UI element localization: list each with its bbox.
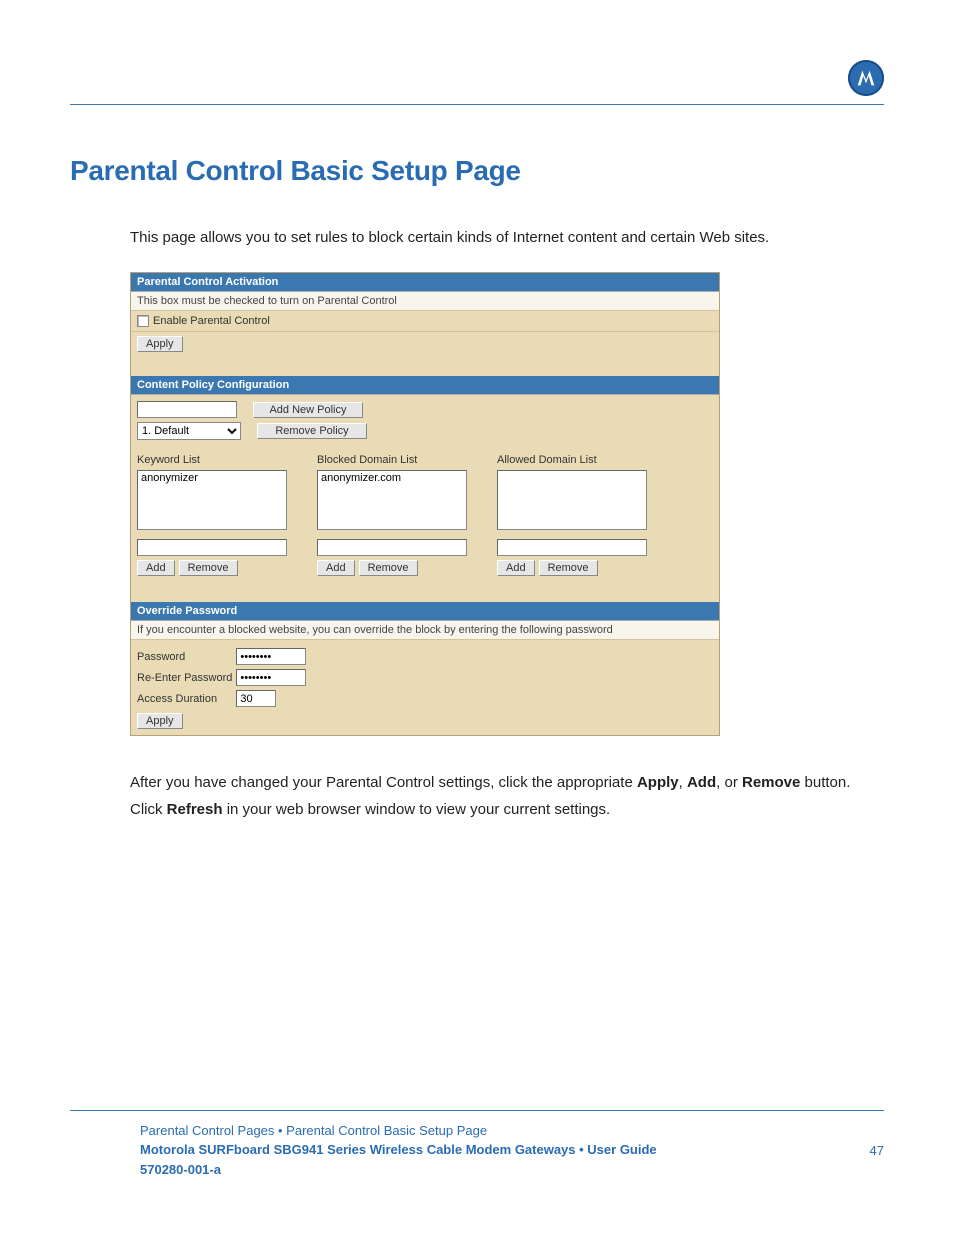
reenter-password-input[interactable] — [236, 669, 306, 686]
reenter-password-label: Re-Enter Password — [137, 667, 236, 688]
policy-header: Content Policy Configuration — [131, 376, 719, 395]
breadcrumb: Parental Control Pages • Parental Contro… — [140, 1121, 884, 1141]
remove-policy-button[interactable]: Remove Policy — [257, 423, 367, 439]
guide-title: Motorola SURFboard SBG941 Series Wireles… — [140, 1140, 884, 1160]
keyword-list-box[interactable]: anonymizer — [137, 470, 287, 530]
access-duration-input[interactable] — [236, 690, 276, 707]
activation-desc: This box must be checked to turn on Pare… — [131, 292, 719, 311]
keyword-add-button[interactable]: Add — [137, 560, 175, 576]
enable-parental-label: Enable Parental Control — [153, 315, 270, 327]
doc-number: 570280-001-a — [140, 1160, 884, 1180]
allowed-add-input[interactable] — [497, 539, 647, 556]
override-apply-button[interactable]: Apply — [137, 713, 183, 729]
blocked-remove-button[interactable]: Remove — [359, 560, 418, 576]
header-divider — [70, 104, 884, 105]
enable-parental-checkbox[interactable] — [137, 315, 149, 327]
page-title: Parental Control Basic Setup Page — [70, 155, 884, 187]
allowed-remove-button[interactable]: Remove — [539, 560, 598, 576]
policy-select[interactable]: 1. Default — [137, 422, 241, 440]
password-label: Password — [137, 646, 236, 667]
intro-text: This page allows you to set rules to blo… — [130, 227, 884, 248]
password-input[interactable] — [236, 648, 306, 665]
new-policy-input[interactable] — [137, 401, 237, 418]
brand-logo — [848, 60, 884, 96]
override-header: Override Password — [131, 602, 719, 621]
config-panel: Parental Control Activation This box mus… — [130, 272, 720, 736]
page-footer: Parental Control Pages • Parental Contro… — [140, 1121, 884, 1180]
keyword-list-column: Keyword List anonymizer Add Remove — [137, 454, 287, 576]
activation-apply-button[interactable]: Apply — [137, 336, 183, 352]
keyword-remove-button[interactable]: Remove — [179, 560, 238, 576]
keyword-add-input[interactable] — [137, 539, 287, 556]
blocked-list-column: Blocked Domain List anonymizer.com Add R… — [317, 454, 467, 576]
allowed-add-button[interactable]: Add — [497, 560, 535, 576]
blocked-add-button[interactable]: Add — [317, 560, 355, 576]
keyword-list-label: Keyword List — [137, 454, 287, 466]
access-duration-label: Access Duration — [137, 688, 236, 709]
allowed-list-column: Allowed Domain List Add Remove — [497, 454, 647, 576]
motorola-icon — [848, 60, 884, 96]
override-desc: If you encounter a blocked website, you … — [131, 621, 719, 640]
blocked-list-box[interactable]: anonymizer.com — [317, 470, 467, 530]
footer-divider — [70, 1110, 884, 1111]
blocked-list-label: Blocked Domain List — [317, 454, 467, 466]
blocked-add-input[interactable] — [317, 539, 467, 556]
allowed-list-label: Allowed Domain List — [497, 454, 647, 466]
page-number: 47 — [870, 1141, 884, 1161]
outro-text: After you have changed your Parental Con… — [130, 772, 884, 821]
activation-header: Parental Control Activation — [131, 273, 719, 292]
add-policy-button[interactable]: Add New Policy — [253, 402, 363, 418]
allowed-list-box[interactable] — [497, 470, 647, 530]
